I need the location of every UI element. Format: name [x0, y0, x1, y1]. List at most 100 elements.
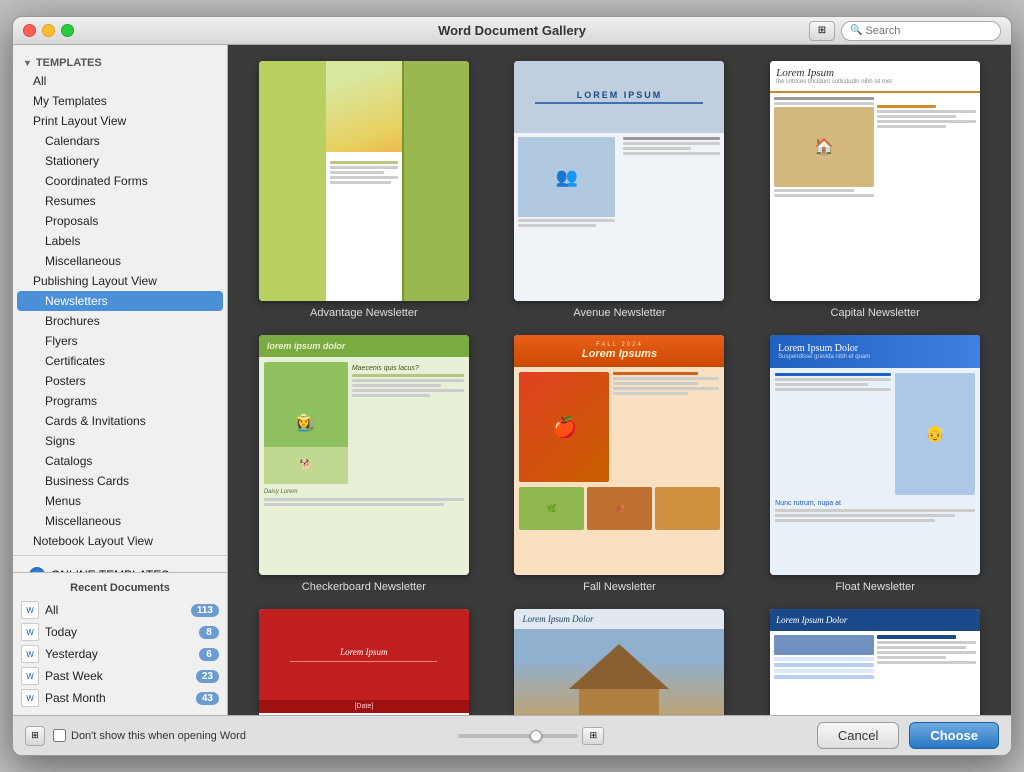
template-item-avenue[interactable]: LOREM IPSUM 👥 — [500, 61, 740, 319]
template-label-checkerboard: Checkerboard Newsletter — [302, 581, 426, 593]
search-icon: 🔍 — [850, 25, 862, 36]
sidebar-item-calendars[interactable]: Calendars — [17, 131, 223, 151]
sidebar-item-certificates[interactable]: Certificates — [17, 351, 223, 371]
recent-doc-icon-today: W — [21, 623, 39, 641]
sidebar-item-brochures[interactable]: Brochures — [17, 311, 223, 331]
template-label-float: Float Newsletter — [835, 581, 914, 593]
gallery-view-button[interactable]: ⊞ — [25, 726, 45, 746]
template-thumb-fall: FALL 2024 Lorem Ipsums 🍎 — [514, 335, 724, 575]
sidebar-item-misc2[interactable]: Miscellaneous — [17, 511, 223, 531]
search-input[interactable] — [865, 25, 992, 37]
recent-doc-icon-week: W — [21, 667, 39, 685]
sidebar-item-labels[interactable]: Labels — [17, 231, 223, 251]
sidebar-item-cards[interactable]: Cards & Invitations — [17, 411, 223, 431]
recent-item-yesterday[interactable]: W Yesterday 6 — [13, 643, 227, 665]
bottom-bar: ⊞ Don't show this when opening Word ⊞ Ca… — [13, 715, 1011, 755]
recent-count-today: 8 — [199, 626, 219, 639]
template-label-capital: Capital Newsletter — [831, 307, 920, 319]
sidebar-item-online-templates[interactable]: ONLINE TEMPLATES — [21, 564, 219, 572]
recent-item-past-month[interactable]: W Past Month 43 — [13, 687, 227, 709]
sidebar-item-my-templates[interactable]: My Templates — [17, 91, 223, 111]
sidebar-item-signs[interactable]: Signs — [17, 431, 223, 451]
choose-button[interactable]: Choose — [909, 722, 999, 749]
template-thumb-advantage: Lorem Ipsum — [259, 61, 469, 301]
sidebar-item-notebook-layout[interactable]: Notebook Layout View — [17, 531, 223, 551]
recent-item-today[interactable]: W Today 8 — [13, 621, 227, 643]
recent-doc-icon-month: W — [21, 689, 39, 707]
template-label-avenue: Avenue Newsletter — [573, 307, 665, 319]
recent-item-all-label: All — [45, 603, 185, 617]
recent-doc-icon: W — [21, 601, 39, 619]
toolbar-right: ⊞ 🔍 — [809, 21, 1001, 41]
recent-count-week: 23 — [196, 670, 219, 683]
cancel-button[interactable]: Cancel — [817, 722, 899, 749]
dont-show-checkbox-wrapper: Don't show this when opening Word — [53, 729, 246, 742]
template-item-bluetable[interactable]: Lorem Ipsum Dolor — [755, 609, 995, 715]
recent-item-month-label: Past Month — [45, 691, 190, 705]
template-gallery[interactable]: Lorem Ipsum Advantage Newsletter — [228, 45, 1011, 715]
sidebar-divider — [13, 555, 227, 556]
template-thumb-bluetable: Lorem Ipsum Dolor — [770, 609, 980, 715]
template-label-advantage: Advantage Newsletter — [310, 307, 418, 319]
sidebar-item-catalogs[interactable]: Catalogs — [17, 451, 223, 471]
titlebar: Word Document Gallery ⊞ 🔍 — [13, 17, 1011, 45]
zoom-thumb[interactable] — [530, 730, 542, 742]
collapse-triangle-icon: ▼ — [23, 58, 32, 68]
online-templates-section: ONLINE TEMPLATES — [13, 560, 227, 572]
main-content: ▼ TEMPLATES All My Templates Print Layou… — [13, 45, 1011, 715]
view-toggle-button[interactable]: ⊞ — [809, 21, 835, 41]
app-window: Word Document Gallery ⊞ 🔍 ▼ TEMPLATES Al… — [12, 16, 1012, 756]
templates-section-header: ▼ TEMPLATES — [13, 53, 227, 71]
sidebar-item-stationery[interactable]: Stationery — [17, 151, 223, 171]
template-thumb-checkerboard: lorem ipsum dolor 👩‍🌾 🐕 Maecenis quis la… — [259, 335, 469, 575]
template-item-capital[interactable]: Lorem Ipsum the Ultrices tincidunt solli… — [755, 61, 995, 319]
sidebar-item-coordinated-forms[interactable]: Coordinated Forms — [17, 171, 223, 191]
template-thumb-red: Lorem Ipsum [Date] — [259, 609, 469, 715]
zoom-slider[interactable] — [458, 734, 578, 738]
sidebar-item-posters[interactable]: Posters — [17, 371, 223, 391]
dont-show-label: Don't show this when opening Word — [71, 730, 246, 742]
template-item-red[interactable]: Lorem Ipsum [Date] — [244, 609, 484, 715]
bottom-left: ⊞ Don't show this when opening Word — [25, 726, 246, 746]
window-title: Word Document Gallery — [438, 23, 586, 38]
template-thumb-avenue: LOREM IPSUM 👥 — [514, 61, 724, 301]
recent-documents-section: Recent Documents W All 113 W Today 8 W Y… — [13, 572, 227, 715]
sidebar: ▼ TEMPLATES All My Templates Print Layou… — [13, 45, 228, 715]
recent-documents-header: Recent Documents — [13, 579, 227, 599]
sidebar-item-publishing-layout[interactable]: Publishing Layout View — [17, 271, 223, 291]
maximize-button[interactable] — [61, 24, 74, 37]
template-item-house[interactable]: Lorem Ipsum Dolor Puestas — [500, 609, 740, 715]
recent-count-yesterday: 6 — [199, 648, 219, 661]
sidebar-item-proposals[interactable]: Proposals — [17, 211, 223, 231]
sidebar-item-resumes[interactable]: Resumes — [17, 191, 223, 211]
grid-view-button[interactable]: ⊞ — [582, 727, 604, 745]
sidebar-item-print-layout[interactable]: Print Layout View — [17, 111, 223, 131]
template-item-advantage[interactable]: Lorem Ipsum Advantage Newsletter — [244, 61, 484, 319]
template-item-checkerboard[interactable]: lorem ipsum dolor 👩‍🌾 🐕 Maecenis quis la… — [244, 335, 484, 593]
recent-item-today-label: Today — [45, 625, 193, 639]
sidebar-item-newsletters[interactable]: Newsletters — [17, 291, 223, 311]
template-thumb-capital: Lorem Ipsum the Ultrices tincidunt solli… — [770, 61, 980, 301]
recent-item-all[interactable]: W All 113 — [13, 599, 227, 621]
template-item-float[interactable]: Lorem Ipsum Dolor Suspendisse gravida ni… — [755, 335, 995, 593]
sidebar-item-programs[interactable]: Programs — [17, 391, 223, 411]
sidebar-item-menus[interactable]: Menus — [17, 491, 223, 511]
template-thumb-house: Lorem Ipsum Dolor Puestas — [514, 609, 724, 715]
recent-count-all: 113 — [191, 604, 219, 617]
recent-item-week-label: Past Week — [45, 669, 190, 683]
sidebar-item-all[interactable]: All — [17, 71, 223, 91]
recent-doc-icon-yesterday: W — [21, 645, 39, 663]
template-label-fall: Fall Newsletter — [583, 581, 656, 593]
sidebar-item-business-cards[interactable]: Business Cards — [17, 471, 223, 491]
sidebar-top: ▼ TEMPLATES All My Templates Print Layou… — [13, 45, 227, 572]
dont-show-checkbox[interactable] — [53, 729, 66, 742]
recent-item-yesterday-label: Yesterday — [45, 647, 193, 661]
close-button[interactable] — [23, 24, 36, 37]
templates-header-label: TEMPLATES — [36, 57, 102, 69]
recent-item-past-week[interactable]: W Past Week 23 — [13, 665, 227, 687]
minimize-button[interactable] — [42, 24, 55, 37]
template-item-fall[interactable]: FALL 2024 Lorem Ipsums 🍎 — [500, 335, 740, 593]
sidebar-item-misc1[interactable]: Miscellaneous — [17, 251, 223, 271]
zoom-bar: ⊞ — [256, 727, 807, 745]
sidebar-item-flyers[interactable]: Flyers — [17, 331, 223, 351]
